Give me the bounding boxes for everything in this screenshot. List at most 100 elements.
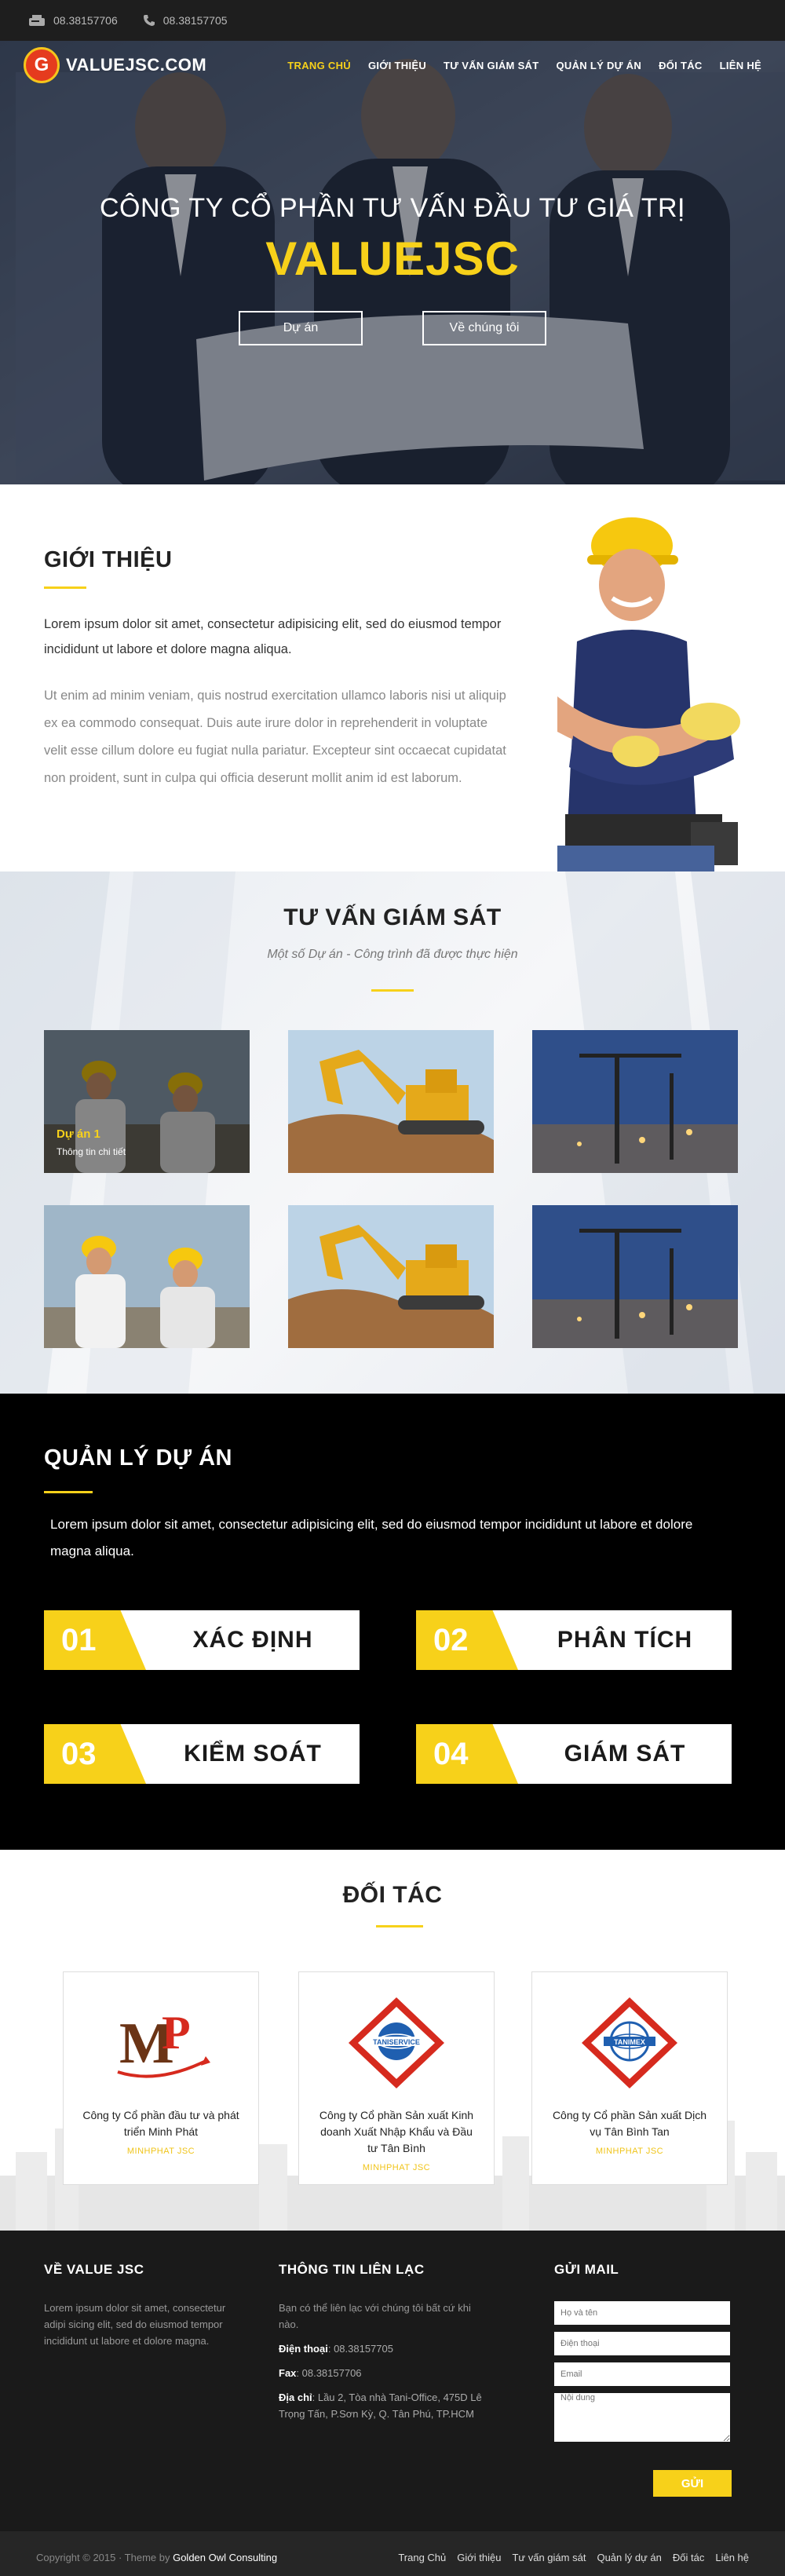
partner-name: Công ty Cổ phần Sản xuất Dịch vụ Tân Bìn… [552,2109,707,2138]
partners-title-underline [376,1925,423,1927]
footer-menu-management[interactable]: Quản lý dự án [597,2552,661,2563]
about-us-button[interactable]: Về chúng tôi [422,311,546,345]
step-card-1[interactable]: 01 XÁC ĐỊNH [44,1610,360,1670]
management-title: QUẢN LÝ DỰ ÁN [44,1445,233,1471]
main-nav: G VALUEJSC.COM TRANG CHỦ GIỚI THIỆU TƯ V… [0,41,785,90]
step-number: 01 [44,1610,146,1670]
partner-card-3[interactable]: TANIMEX Công ty Cổ phần Sản xuất Dịch vụ… [531,1971,728,2185]
step-card-3[interactable]: 03 KIỂM SOÁT [44,1724,360,1784]
project-image-cranes [532,1205,738,1348]
top-bar: 08.38157706 08.38157705 [0,0,785,41]
footer-contact-title: THÔNG TIN LIÊN LẠC [279,2262,425,2277]
phone-input[interactable] [554,2332,730,2355]
step-number: 04 [416,1724,518,1784]
project-image-cranes [532,1030,738,1173]
project-card-6[interactable] [532,1205,738,1348]
footer-menu-partners[interactable]: Đối tác [673,2552,704,2563]
bottom-bar: Copyright © 2015 · Theme by Golden Owl C… [0,2531,785,2576]
footer: VỀ VALUE JSC Lorem ipsum dolor sit amet,… [0,2231,785,2531]
nav-item-consulting[interactable]: TƯ VẤN GIÁM SÁT [444,60,539,71]
consulting-section: TƯ VẤN GIÁM SÁT Một số Dự án - Công trìn… [0,871,785,1394]
management-section: QUẢN LÝ DỰ ÁN Lorem ipsum dolor sit amet… [0,1394,785,1850]
email-input[interactable] [554,2362,730,2386]
footer-fax: Fax: 08.38157706 [279,2365,483,2381]
partner-logo-minhphat: M P [64,1996,258,2090]
intro-section: GIỚI THIỆU Lorem ipsum dolor sit amet, c… [0,484,785,871]
message-textarea[interactable] [554,2393,730,2442]
partner-card-1[interactable]: M P Công ty Cổ phần đầu tư và phát triển… [63,1971,259,2185]
footer-address-label: Địa chỉ [279,2391,312,2403]
partner-card-2[interactable]: TANISERVICE Công ty Cổ phần Sản xuất Kin… [298,1971,495,2185]
project-image-engineers [44,1205,250,1348]
topbar-phone1: 08.38157706 [28,14,118,27]
page: 08.38157706 08.38157705 G VALUEJSC.COM T… [0,0,785,2576]
step-card-2[interactable]: 02 PHÂN TÍCH [416,1610,732,1670]
footer-phone-label: Điện thoại [279,2343,328,2355]
project-image-excavator [288,1205,494,1348]
step-number: 02 [416,1610,518,1670]
logo-text: VALUEJSC.COM [66,55,207,75]
nav-item-management[interactable]: QUẢN LÝ DỰ ÁN [556,60,641,71]
project-card-5[interactable] [288,1205,494,1348]
step-card-4[interactable]: 04 GIÁM SÁT [416,1724,732,1784]
footer-menu-about[interactable]: Giới thiệu [457,2552,501,2563]
footer-about-text: Lorem ipsum dolor sit amet, consectetur … [44,2302,226,2347]
footer-menu-contact[interactable]: Liên hệ [715,2552,749,2563]
hero-title: VALUEJSC [265,232,520,285]
author-link[interactable]: Golden Owl Consulting [173,2552,277,2563]
project-card-1[interactable]: Dự án 1 Thông tin chi tiết [44,1030,250,1173]
footer-mail-title: GỬI MAIL [554,2262,619,2277]
partner-name: Công ty Cổ phần Sản xuất Kinh doanh Xuất… [319,2109,474,2154]
project-card-4[interactable] [44,1205,250,1348]
fax-icon [29,15,45,26]
project-card-2[interactable] [288,1030,494,1173]
partner-tag: MINHPHAT JSC [595,2147,664,2156]
nav-item-home[interactable]: TRANG CHỦ [287,60,351,71]
topbar-phone1-text: 08.38157706 [53,14,118,27]
site-logo[interactable]: G VALUEJSC.COM [24,47,206,83]
consulting-title-underline [371,989,414,992]
svg-text:P: P [162,2007,191,2059]
partners-section: ĐỐI TÁC M P Công ty Cổ phần đầu tư và ph… [0,1850,785,2231]
footer-phone: Điện thoại: 08.38157705 [279,2340,483,2357]
step-label: PHÂN TÍCH [557,1627,693,1653]
project-detail-link[interactable]: Thông tin chi tiết [57,1146,126,1157]
footer-contact: THÔNG TIN LIÊN LẠC Bạn có thể liên lạc v… [279,2262,483,2422]
step-label: KIỂM SOÁT [184,1741,322,1767]
project-image-excavator [288,1030,494,1173]
name-input[interactable] [554,2301,730,2325]
projects-button[interactable]: Dự án [239,311,363,345]
step-label: GIÁM SÁT [564,1741,686,1767]
project-card-3[interactable] [532,1030,738,1173]
partners-title: ĐỐI TÁC [342,1882,443,1908]
footer-address: Địa chỉ: Lầu 2, Tòa nhà Tani-Office, 475… [279,2389,483,2422]
nav-item-about[interactable]: GIỚI THIỆU [368,60,426,71]
topbar-phone2: 08.38157705 [143,14,228,27]
intro-title-underline [44,586,86,589]
nav-item-contact[interactable]: LIÊN HỆ [720,60,761,71]
consulting-title: TƯ VẤN GIÁM SÁT [283,904,502,930]
partner-logo-text: TANIMEX [614,2038,645,2046]
construction-worker-image [557,517,740,871]
management-text: Lorem ipsum dolor sit amet, consectetur … [50,1517,693,1558]
hero-section: G VALUEJSC.COM TRANG CHỦ GIỚI THIỆU TƯ V… [0,41,785,484]
intro-lead: Lorem ipsum dolor sit amet, consectetur … [44,617,502,656]
hero-subtitle: CÔNG TY CỔ PHẦN TƯ VẤN ĐẦU TƯ GIÁ TRỊ [100,193,685,223]
footer-about: VỀ VALUE JSC Lorem ipsum dolor sit amet,… [44,2262,240,2349]
nav-item-partners[interactable]: ĐỐI TÁC [659,60,703,71]
topbar-phone2-text: 08.38157705 [162,14,228,27]
project-label: Dự án 1 [57,1127,100,1141]
footer-contact-intro: Bạn có thể liên lạc với chúng tôi bất cứ… [279,2302,471,2330]
logo-mark-icon: G [24,47,60,83]
footer-mail: GỬI MAIL [554,2262,743,2449]
footer-menu-home[interactable]: Trang Chủ [398,2552,446,2563]
partner-tag: MINHPHAT JSC [362,2163,431,2172]
footer-fax-label: Fax [279,2367,297,2379]
mail-form [554,2301,743,2442]
footer-about-title: VỀ VALUE JSC [44,2262,144,2277]
footer-menu: Trang Chủ Giới thiệu Tư vấn giám sát Quả… [387,2552,749,2563]
send-button[interactable]: GỬI [653,2470,732,2497]
footer-menu-consulting[interactable]: Tư vấn giám sát [512,2552,586,2563]
copyright: Copyright © 2015 · Theme by Golden Owl C… [36,2552,277,2563]
footer-fax-value: : 08.38157706 [296,2367,362,2379]
